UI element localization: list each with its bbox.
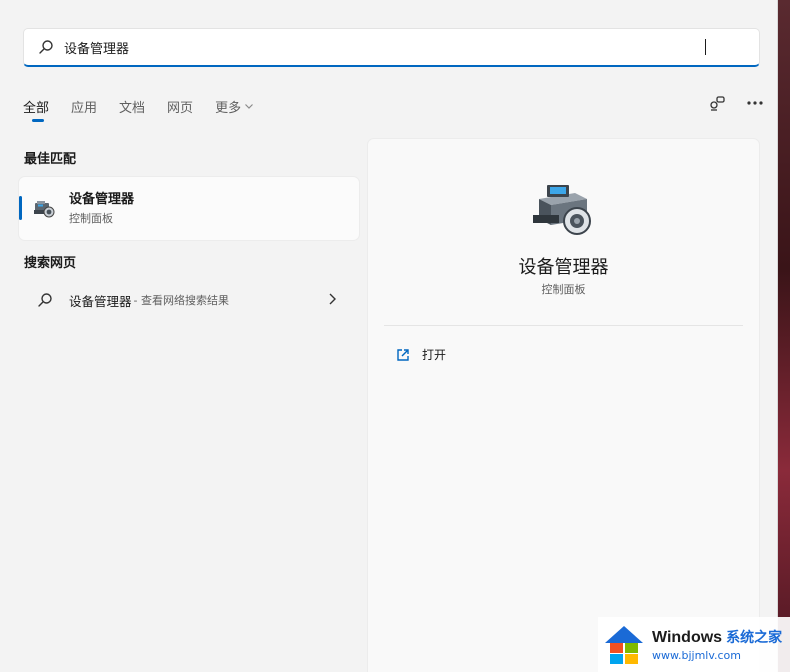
detail-subtitle: 控制面板 [541,283,586,296]
tab-web[interactable]: 网页 [167,94,193,118]
search-box[interactable]: 设备管理器 [23,28,760,67]
best-match-result[interactable]: 设备管理器 控制面板 [19,177,359,240]
web-search-result[interactable]: 设备管理器 - 查看网络搜索结果 [19,284,359,316]
top-actions [692,92,768,114]
search-icon [38,293,52,307]
search-panel: 设备管理器 全部 应用 文档 网页 更多 最佳匹配 设备管理器 控制面板 搜索网… [0,0,778,672]
open-label: 打开 [422,348,447,362]
best-match-subtitle: 控制面板 [69,212,113,225]
text-caret [705,39,706,55]
search-icon [39,40,53,54]
tab-label: 网页 [167,100,194,116]
selection-indicator [19,196,22,220]
tab-label: 应用 [71,100,98,116]
open-external-icon [397,348,409,361]
watermark-url: www.bjjmlv.com [652,649,741,662]
web-result-suffix: - 查看网络搜索结果 [133,294,229,307]
tab-all[interactable]: 全部 [23,94,50,122]
chevron-down-icon [245,104,254,109]
more-options-button[interactable] [742,92,768,114]
detail-pane: 设备管理器 控制面板 打开 [368,139,759,672]
tab-documents[interactable]: 文档 [119,94,145,118]
divider [384,325,743,326]
chevron-right-icon[interactable] [327,292,337,306]
device-manager-icon [34,201,55,218]
connect-icon [710,96,725,111]
best-match-heading: 最佳匹配 [24,152,77,167]
windows-house-logo-icon [605,625,643,664]
web-result-title: 设备管理器 [69,293,132,309]
tab-more[interactable]: 更多 [215,94,254,118]
tab-apps[interactable]: 应用 [71,94,97,118]
desktop-background-edge [778,0,790,672]
watermark-brand-zh: 系统之家 [726,630,783,646]
best-match-title: 设备管理器 [69,192,135,207]
tab-label: 文档 [119,100,146,116]
device-manager-large-icon [533,185,591,235]
share-button[interactable] [704,92,730,114]
watermark: Windows 系统之家 www.bjjmlv.com [598,617,790,672]
tab-label: 更多 [215,100,242,116]
watermark-brand-en: Windows [652,629,723,646]
web-search-heading: 搜索网页 [24,256,77,271]
tab-label: 全部 [23,100,50,116]
detail-title: 设备管理器 [518,257,609,278]
watermark-brand: Windows 系统之家 www.bjjmlv.com [652,627,782,662]
filter-tabs: 全部 应用 文档 网页 更多 [23,94,276,122]
ellipsis-icon [747,101,763,105]
search-input[interactable]: 设备管理器 [64,38,704,57]
open-button[interactable]: 打开 [396,346,446,363]
